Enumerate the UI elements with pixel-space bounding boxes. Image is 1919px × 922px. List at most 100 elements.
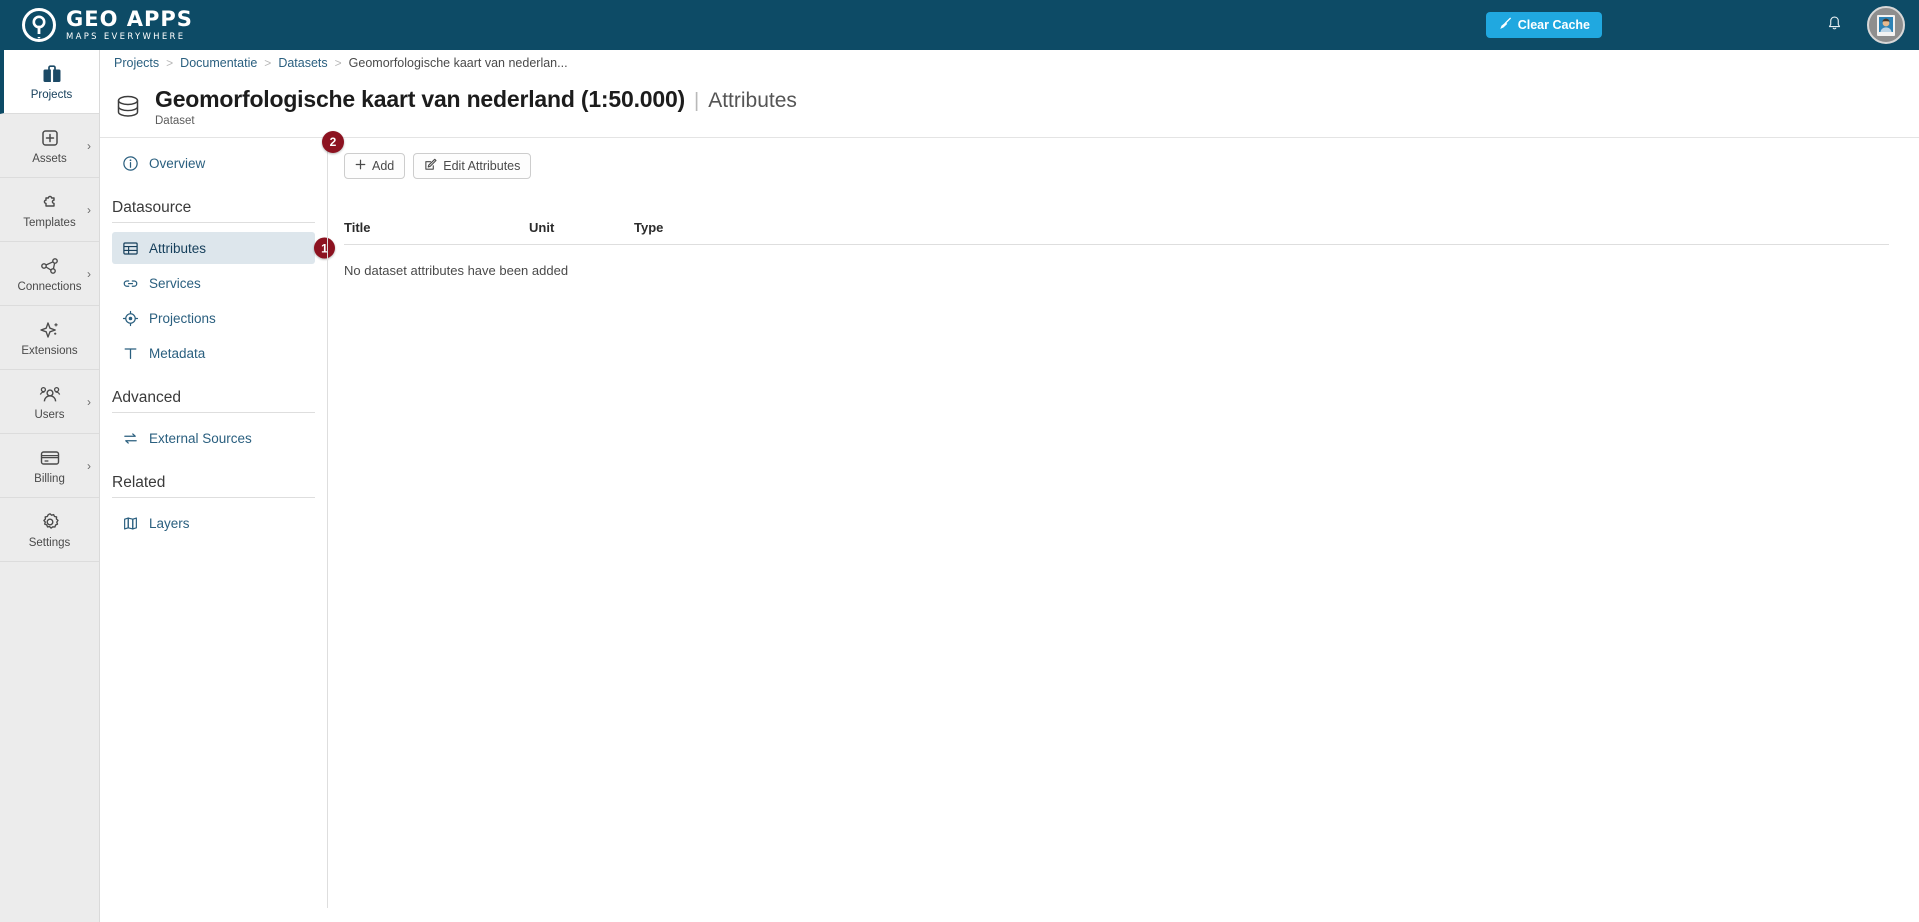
sidebar-label-billing: Billing xyxy=(34,473,65,485)
gear-icon xyxy=(38,510,62,534)
briefcase-icon xyxy=(40,62,64,86)
nav-label-layers: Layers xyxy=(149,515,190,531)
sidebar-item-projects[interactable]: Projects xyxy=(0,50,99,114)
attributes-toolbar: 2 Add Edit Attributes xyxy=(322,131,1904,179)
page-header: Geomorfologische kaart van nederland (1:… xyxy=(100,76,1919,138)
avatar[interactable] xyxy=(1867,6,1905,44)
chevron-right-icon-connections: › xyxy=(87,266,91,281)
sidebar-item-users[interactable]: Users › xyxy=(0,370,99,434)
edit-attributes-button[interactable]: Edit Attributes xyxy=(413,153,532,179)
sidebar-item-settings[interactable]: Settings xyxy=(0,498,99,562)
breadcrumb: Projects > Documentatie > Datasets > Geo… xyxy=(100,50,1919,76)
credit-card-icon xyxy=(38,446,62,470)
chevron-right-icon-users: › xyxy=(87,394,91,409)
nav-label-attributes: Attributes xyxy=(149,240,207,256)
layers-map-icon xyxy=(122,515,139,532)
nav-label-services: Services xyxy=(149,275,201,291)
nodes-graph-icon xyxy=(38,254,62,278)
nav-group-rule xyxy=(112,412,315,413)
main-content: 2 Add Edit Attributes Title Unit Type No… xyxy=(322,131,1904,278)
breadcrumb-separator: > xyxy=(166,56,174,70)
text-t-icon xyxy=(122,345,139,362)
nav-label-overview: Overview xyxy=(149,155,206,171)
map-pin-location-icon xyxy=(22,8,56,42)
nav-item-overview[interactable]: Overview xyxy=(112,147,315,179)
page-subtitle: Dataset xyxy=(155,115,195,127)
brand-tagline: MAPS EVERYWHERE xyxy=(66,31,186,42)
nav-item-projections[interactable]: Projections xyxy=(112,302,315,334)
page-title: Geomorfologische kaart van nederland (1:… xyxy=(155,86,685,112)
chevron-right-icon-billing: › xyxy=(87,458,91,473)
breadcrumb-separator: > xyxy=(334,56,342,70)
primary-sidebar: Projects Assets › Templates › Connection… xyxy=(0,50,100,922)
add-button-label: Add xyxy=(372,159,395,173)
broom-icon xyxy=(1498,17,1512,34)
clear-cache-label: Clear Cache xyxy=(1517,18,1590,32)
brand-title: GEO APPS xyxy=(66,6,193,31)
exchange-arrows-icon xyxy=(122,430,139,447)
bell-icon xyxy=(1826,15,1843,35)
nav-group-rule xyxy=(112,222,315,223)
table-header-row: Title Unit Type xyxy=(344,220,1889,245)
nav-label-external-sources: External Sources xyxy=(149,430,252,446)
breadcrumb-item-projects[interactable]: Projects xyxy=(114,56,159,70)
nav-item-layers[interactable]: Layers xyxy=(112,507,315,539)
nav-group-title-datasource: Datasource xyxy=(112,199,192,216)
sidebar-label-settings: Settings xyxy=(28,537,71,549)
notifications-button[interactable] xyxy=(1820,15,1849,35)
nav-badge-attributes: 1 xyxy=(314,237,335,259)
sidebar-item-templates[interactable]: Templates › xyxy=(0,178,99,242)
app-root: GEO APPS MAPS EVERYWHERE Clear Cache Pro… xyxy=(0,0,1919,922)
topbar-actions: Clear Cache xyxy=(1485,6,1919,44)
sidebar-label-assets: Assets xyxy=(32,153,67,165)
column-header-type: Type xyxy=(634,220,664,235)
chevron-right-icon-templates: › xyxy=(87,202,91,217)
breadcrumb-item-current: Geomorfologische kaart van nederlan... xyxy=(348,56,568,70)
page-title-divider: | xyxy=(694,90,700,112)
nav-label-projections: Projections xyxy=(149,310,216,326)
column-header-title: Title xyxy=(344,220,371,235)
top-bar: GEO APPS MAPS EVERYWHERE Clear Cache xyxy=(0,0,1919,50)
puzzle-icon xyxy=(38,190,62,214)
brand-logo[interactable]: GEO APPS MAPS EVERYWHERE xyxy=(0,8,193,42)
nav-group-title-advanced: Advanced xyxy=(112,389,181,406)
sidebar-item-extensions[interactable]: Extensions xyxy=(0,306,99,370)
breadcrumb-item-datasets[interactable]: Datasets xyxy=(278,56,327,70)
breadcrumb-item-documentatie[interactable]: Documentatie xyxy=(180,56,257,70)
add-button[interactable]: Add xyxy=(344,153,406,179)
clear-cache-button[interactable]: Clear Cache xyxy=(1485,12,1602,38)
edit-attributes-label: Edit Attributes xyxy=(443,159,521,173)
nav-item-external-sources[interactable]: External Sources xyxy=(112,422,315,454)
chevron-right-icon-assets: › xyxy=(87,138,91,153)
attributes-table: Title Unit Type No dataset attributes ha… xyxy=(344,220,1889,278)
sidebar-item-connections[interactable]: Connections › xyxy=(0,242,99,306)
nav-group-title-related: Related xyxy=(112,474,166,491)
sidebar-item-assets[interactable]: Assets › xyxy=(0,114,99,178)
nav-item-metadata[interactable]: Metadata xyxy=(112,337,315,369)
nav-label-metadata: Metadata xyxy=(149,345,206,361)
sidebar-item-billing[interactable]: Billing › xyxy=(0,434,99,498)
plus-icon xyxy=(355,159,366,173)
sidebar-label-templates: Templates xyxy=(23,217,76,229)
users-group-icon xyxy=(38,382,62,406)
column-header-unit: Unit xyxy=(529,220,555,235)
crosshair-icon xyxy=(122,310,139,327)
sparkle-icon xyxy=(38,318,62,342)
plus-square-icon xyxy=(38,126,62,150)
sidebar-label-extensions: Extensions xyxy=(21,345,78,357)
nav-item-services[interactable]: Services xyxy=(112,267,315,299)
panel-divider xyxy=(327,139,328,908)
sidebar-label-projects: Projects xyxy=(30,89,73,101)
database-cylinder-icon xyxy=(114,92,142,122)
step-badge-add: 2 xyxy=(322,131,344,153)
nav-item-attributes[interactable]: Attributes 1 xyxy=(112,232,335,264)
sidebar-label-users: Users xyxy=(34,409,65,421)
page-section-title: Attributes xyxy=(708,89,797,112)
pencil-square-icon xyxy=(424,158,437,174)
link-chain-icon xyxy=(122,275,139,292)
info-circle-icon xyxy=(122,155,139,172)
table-empty-message: No dataset attributes have been added xyxy=(344,263,569,278)
sidebar-label-connections: Connections xyxy=(17,281,82,293)
nav-group-rule xyxy=(112,497,315,498)
secondary-nav: Overview Datasource Attributes 1 Service… xyxy=(112,139,335,542)
